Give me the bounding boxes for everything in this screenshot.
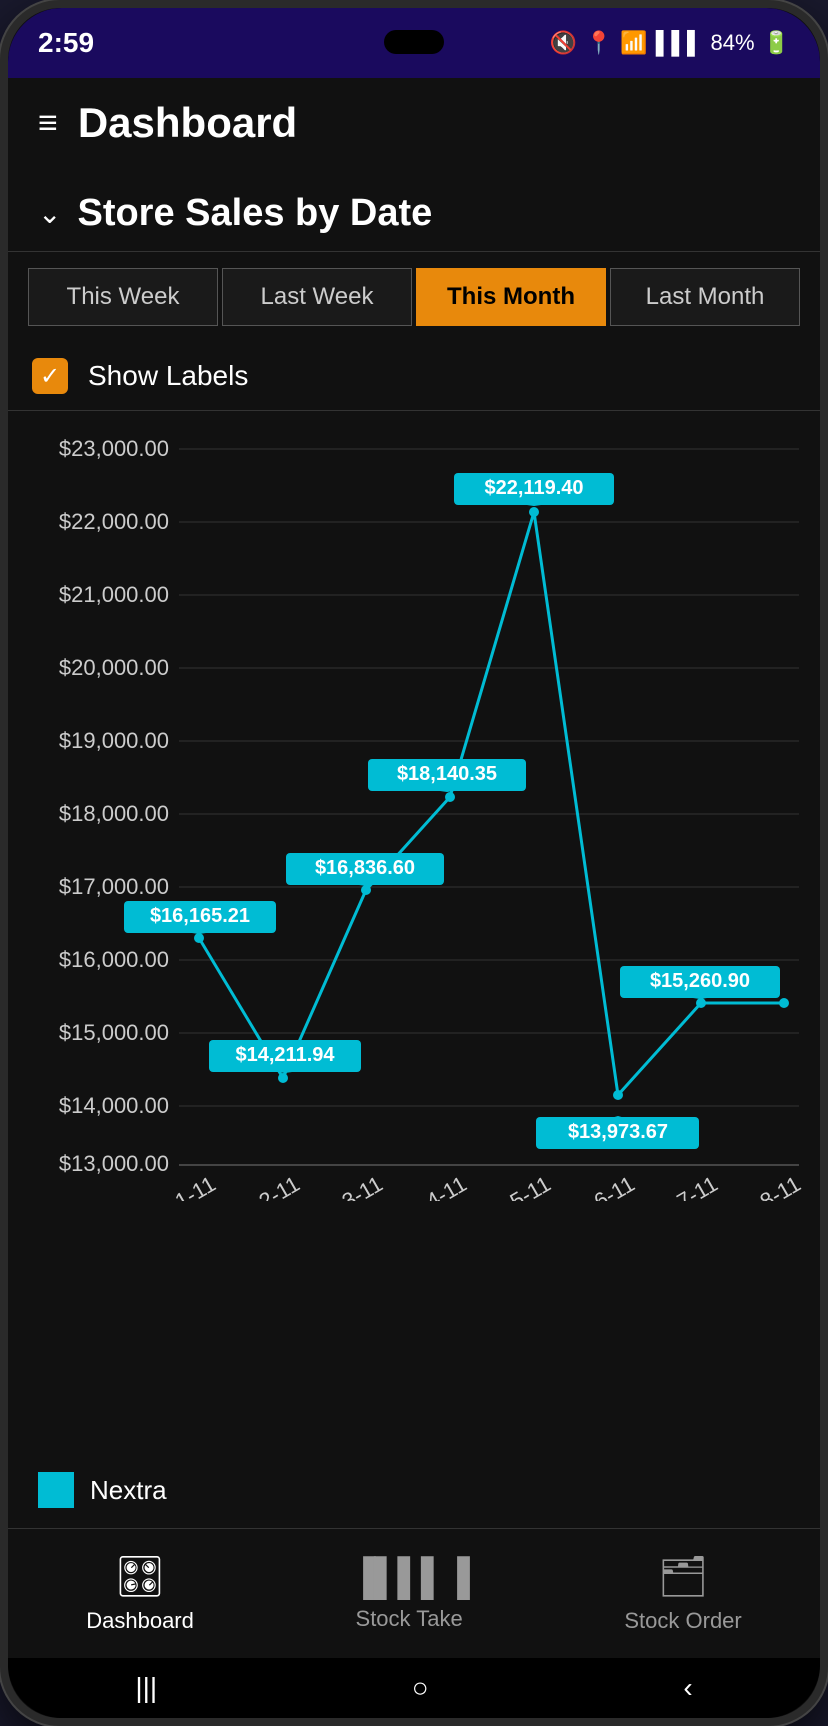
- label-arrow-7: [693, 998, 707, 999]
- status-icons: 🔇 📍 📶 ▌▌▌ 84% 🔋: [550, 30, 790, 56]
- back-button[interactable]: ‹: [683, 1672, 692, 1704]
- nav-dashboard[interactable]: 🎛 Dashboard: [86, 1553, 194, 1634]
- label-text-1: $16,165.21: [150, 905, 250, 927]
- app-title: Dashboard: [78, 99, 297, 147]
- svg-text:$21,000.00: $21,000.00: [59, 582, 169, 607]
- label-text-6: $13,973.67: [568, 1121, 668, 1143]
- nav-stock-order-label: Stock Order: [624, 1608, 741, 1634]
- chart-area: $23,000.00 $22,000.00 $21,000.00 $20,000…: [8, 411, 820, 1452]
- phone-screen: 2:59 🔇 📍 📶 ▌▌▌ 84% 🔋 ≡ Dashboard ⌄ Store…: [8, 8, 820, 1718]
- label-text-4: $18,140.35: [397, 763, 497, 785]
- data-point-2: [278, 1073, 288, 1083]
- svg-text:7-11: 7-11: [673, 1171, 722, 1201]
- label-text-2: $14,211.94: [236, 1044, 336, 1066]
- svg-text:$16,000.00: $16,000.00: [59, 947, 169, 972]
- battery-text: 84%: [711, 30, 755, 56]
- show-labels-label: Show Labels: [88, 360, 248, 392]
- stock-take-icon: ▐▌▌▌▐: [350, 1556, 468, 1598]
- content-area: ⌄ Store Sales by Date This Week Last Wee…: [8, 168, 820, 1528]
- battery-icon: 🔋: [763, 30, 790, 56]
- svg-text:$23,000.00: $23,000.00: [59, 436, 169, 461]
- svg-text:6-11: 6-11: [590, 1171, 639, 1201]
- status-time: 2:59: [38, 27, 94, 59]
- data-point-7: [696, 998, 706, 1008]
- mute-icon: 🔇: [550, 30, 577, 56]
- svg-text:$13,000.00: $13,000.00: [59, 1151, 169, 1176]
- svg-text:8-11: 8-11: [756, 1171, 805, 1201]
- section-header: ⌄ Store Sales by Date: [8, 168, 820, 252]
- location-icon: 📍: [585, 30, 612, 56]
- svg-text:3-11: 3-11: [338, 1171, 387, 1201]
- tab-this-month[interactable]: This Month: [416, 268, 606, 326]
- label-text-7: $15,260.90: [650, 970, 750, 992]
- recent-apps-button[interactable]: |||: [135, 1672, 157, 1704]
- svg-text:$22,000.00: $22,000.00: [59, 509, 169, 534]
- chart-svg: $23,000.00 $22,000.00 $21,000.00 $20,000…: [18, 421, 810, 1201]
- chart-line: [199, 512, 784, 1095]
- section-title: Store Sales by Date: [77, 192, 432, 235]
- svg-text:5-11: 5-11: [506, 1171, 555, 1201]
- signal-icon: ▌▌▌: [656, 30, 703, 56]
- label-text-3: $16,836.60: [315, 857, 415, 879]
- legend-color-swatch: [38, 1472, 74, 1508]
- svg-text:2-11: 2-11: [255, 1171, 304, 1201]
- data-point-8: [779, 998, 789, 1008]
- svg-text:$15,000.00: $15,000.00: [59, 1020, 169, 1045]
- legend-label: Nextra: [90, 1475, 167, 1506]
- data-point-5: [529, 507, 539, 517]
- data-point-3: [361, 885, 371, 895]
- label-arrow-5: [527, 505, 541, 506]
- svg-text:1-11: 1-11: [171, 1171, 220, 1201]
- dashboard-icon: 🎛: [115, 1553, 166, 1600]
- tab-last-month[interactable]: Last Month: [610, 268, 800, 326]
- svg-text:$17,000.00: $17,000.00: [59, 874, 169, 899]
- data-point-4: [445, 792, 455, 802]
- checkmark-icon: ✓: [40, 362, 60, 391]
- tabs-row: This Week Last Week This Month Last Mont…: [8, 252, 820, 342]
- nav-stock-take[interactable]: ▐▌▌▌▐ Stock Take: [350, 1556, 468, 1632]
- status-bar: 2:59 🔇 📍 📶 ▌▌▌ 84% 🔋: [8, 8, 820, 78]
- svg-text:$20,000.00: $20,000.00: [59, 655, 169, 680]
- show-labels-checkbox[interactable]: ✓: [32, 358, 68, 394]
- data-point-1: [194, 933, 204, 943]
- svg-text:4-11: 4-11: [422, 1171, 471, 1201]
- label-text-5: $22,119.40: [485, 477, 584, 499]
- chevron-down-icon[interactable]: ⌄: [38, 197, 61, 230]
- svg-text:$18,000.00: $18,000.00: [59, 801, 169, 826]
- app-bar: ≡ Dashboard: [8, 78, 820, 168]
- bottom-nav: 🎛 Dashboard ▐▌▌▌▐ Stock Take 🗂 Stock Ord…: [8, 1528, 820, 1658]
- chart-legend: Nextra: [8, 1452, 820, 1528]
- stock-order-icon: 🗂: [658, 1553, 709, 1600]
- svg-text:$14,000.00: $14,000.00: [59, 1093, 169, 1118]
- nav-dashboard-label: Dashboard: [86, 1608, 194, 1634]
- menu-button[interactable]: ≡: [38, 104, 58, 143]
- home-button[interactable]: ○: [412, 1672, 429, 1704]
- system-nav: ||| ○ ‹: [8, 1658, 820, 1718]
- wifi-icon: 📶: [620, 30, 647, 56]
- data-point-6: [613, 1090, 623, 1100]
- show-labels-row: ✓ Show Labels: [8, 342, 820, 411]
- tab-this-week[interactable]: This Week: [28, 268, 218, 326]
- label-arrow-1: [192, 933, 206, 934]
- camera-notch: [384, 30, 444, 54]
- nav-stock-order[interactable]: 🗂 Stock Order: [624, 1553, 741, 1634]
- phone-frame: 2:59 🔇 📍 📶 ▌▌▌ 84% 🔋 ≡ Dashboard ⌄ Store…: [0, 0, 828, 1726]
- nav-stock-take-label: Stock Take: [356, 1606, 463, 1632]
- tab-last-week[interactable]: Last Week: [222, 268, 412, 326]
- svg-text:$19,000.00: $19,000.00: [59, 728, 169, 753]
